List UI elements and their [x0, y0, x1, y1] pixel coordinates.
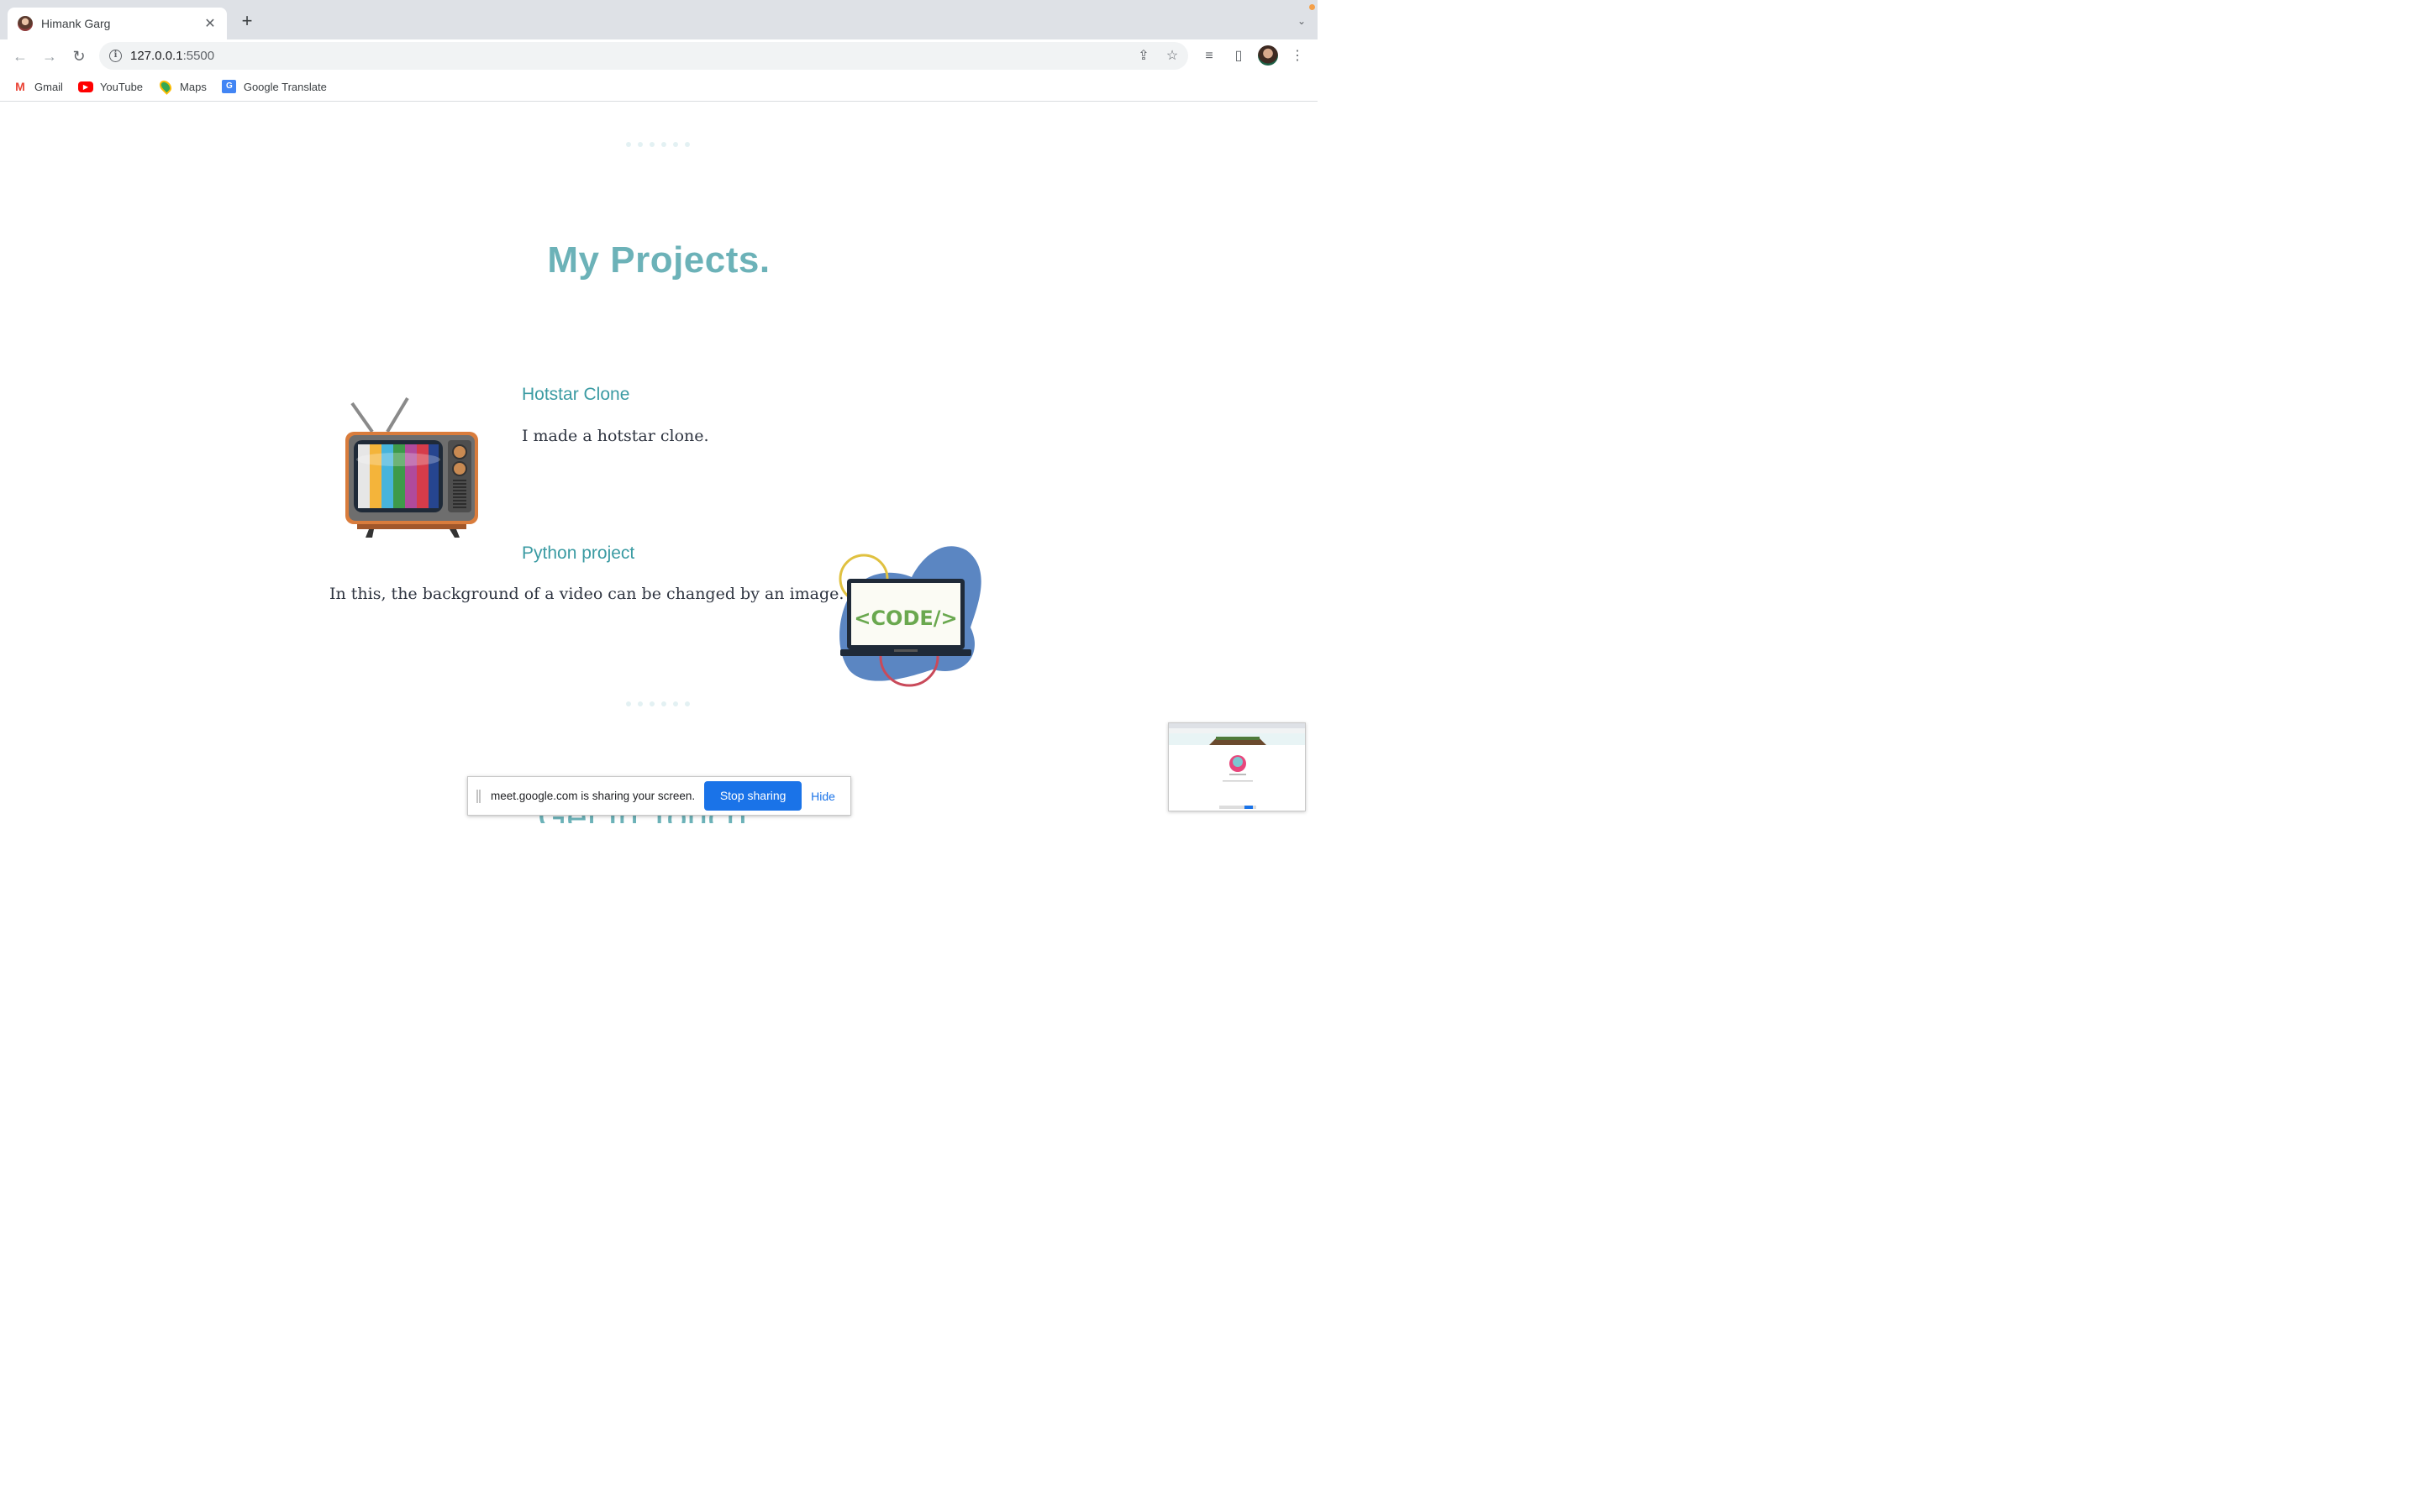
bookmark-label: Maps [180, 80, 207, 93]
address-bar[interactable]: i 127.0.0.1:5500 ⇪ ☆ [99, 42, 1188, 70]
gmail-icon: M [15, 80, 25, 93]
google-translate-icon: G [222, 80, 237, 93]
bookmark-label: Gmail [34, 80, 63, 93]
tab-search-chevron-icon[interactable]: ⌄ [1297, 15, 1306, 27]
drag-handle-icon[interactable] [476, 789, 481, 803]
section-title: My Projects. [547, 239, 771, 281]
media-control-icon[interactable]: ≡ [1200, 47, 1218, 66]
preview-thumbnail-image [1169, 723, 1305, 809]
bookmark-label: YouTube [99, 80, 144, 93]
more-menu-icon[interactable]: ⋮ [1288, 47, 1307, 66]
site-info-icon[interactable]: i [109, 50, 122, 62]
project-description: In this, the background of a video can b… [329, 585, 844, 603]
tab-strip: Himank Garg ✕ + ⌄ [0, 0, 1318, 39]
url-port: :5500 [182, 49, 215, 63]
forward-arrow-icon[interactable]: → [39, 46, 60, 66]
project-description: I made a hotstar clone. [522, 427, 709, 445]
url-host: 127.0.0.1 [130, 49, 183, 63]
tab-favicon-icon [18, 16, 33, 31]
browser-tab[interactable]: Himank Garg ✕ [8, 8, 227, 39]
bookmarks-bar: M Gmail ▶ YouTube Maps G Google Translat… [0, 72, 1318, 102]
recording-indicator-icon [1309, 4, 1315, 10]
tab-title: Himank Garg [41, 17, 111, 30]
bookmark-gmail[interactable]: M Gmail [13, 80, 63, 93]
project-title: Hotstar Clone [522, 385, 630, 404]
code-laptop-label: <CODE/> [854, 606, 957, 630]
hide-button[interactable]: Hide [811, 790, 835, 803]
bookmark-youtube[interactable]: ▶ YouTube [77, 80, 144, 93]
screen-share-preview[interactable] [1168, 722, 1306, 811]
new-tab-button[interactable]: + [238, 12, 256, 31]
side-panel-icon[interactable]: ▯ [1229, 47, 1248, 66]
bookmark-star-icon[interactable]: ☆ [1163, 47, 1181, 66]
maps-icon [157, 78, 174, 95]
browser-toolbar: ← → ↻ i 127.0.0.1:5500 ⇪ ☆ ≡ ▯ ⋮ [0, 39, 1318, 72]
screen-share-bar: meet.google.com is sharing your screen. … [467, 776, 851, 816]
stop-sharing-button[interactable]: Stop sharing [704, 781, 802, 811]
reload-icon[interactable]: ↻ [69, 46, 89, 66]
code-laptop-icon: <CODE/> [839, 546, 981, 687]
retro-tv-icon [345, 396, 478, 538]
share-message: meet.google.com is sharing your screen. [491, 790, 696, 802]
profile-avatar[interactable] [1258, 45, 1278, 66]
bookmark-google-translate[interactable]: G Google Translate [222, 80, 327, 93]
back-arrow-icon[interactable]: ← [10, 46, 30, 66]
project-title: Python project [522, 543, 635, 563]
close-tab-icon[interactable]: ✕ [203, 15, 217, 32]
share-icon[interactable]: ⇪ [1134, 47, 1153, 66]
youtube-icon: ▶ [77, 81, 93, 92]
web-page: My Projects. Hotstar Clone I made a hots… [0, 102, 1318, 823]
decorative-dots-bottom [626, 701, 690, 706]
bookmark-label: Google Translate [243, 80, 327, 93]
decorative-dots-top [626, 142, 690, 147]
bookmark-maps[interactable]: Maps [157, 78, 207, 95]
